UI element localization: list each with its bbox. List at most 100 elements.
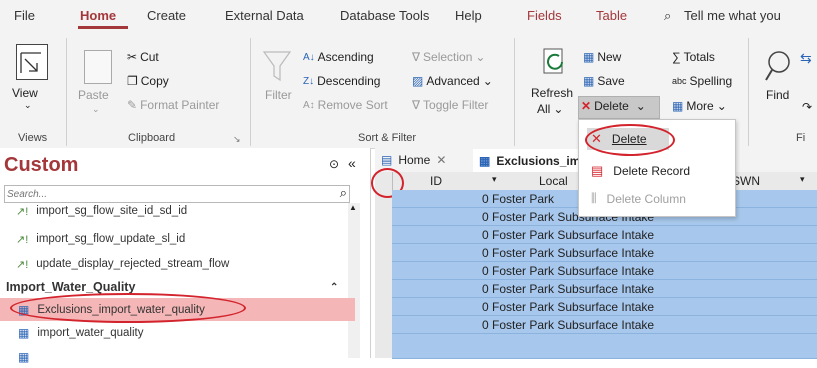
column-header-id[interactable]: ID bbox=[430, 174, 442, 188]
menu-home[interactable]: Home bbox=[80, 8, 116, 23]
delete-chevron-icon: ⌄ bbox=[635, 99, 646, 113]
table-icon: ▦ bbox=[479, 153, 491, 168]
copy-icon: ❐ bbox=[127, 74, 138, 88]
advanced-chevron-icon: ⌄ bbox=[482, 74, 493, 88]
query-action-icon: ↗! bbox=[16, 233, 29, 246]
copy-button[interactable]: ❐ Copy bbox=[127, 74, 169, 88]
table-row[interactable]: 0 Foster Park Subsurface Intake bbox=[392, 244, 817, 262]
menu-fields[interactable]: Fields bbox=[527, 8, 562, 23]
filter-funnel-icon[interactable] bbox=[262, 48, 292, 87]
view-button[interactable]: View bbox=[12, 86, 38, 100]
query-action-icon: ↗! bbox=[16, 258, 29, 271]
nav-item-query[interactable]: ↗! import_sg_flow_update_sl_id bbox=[0, 228, 355, 250]
menu-table[interactable]: Table bbox=[596, 8, 627, 23]
table-row[interactable]: 0 Foster Park Subsurface Intake bbox=[392, 226, 817, 244]
table-row[interactable]: 0 Foster Park Subsurface Intake bbox=[392, 316, 817, 334]
separator bbox=[66, 38, 67, 146]
column-header-swn[interactable]: SWN bbox=[732, 174, 760, 188]
selection-button[interactable]: ∇ Selection ⌄ bbox=[412, 50, 485, 64]
table-row[interactable]: 0 Foster Park Subsurface Intake bbox=[392, 262, 817, 280]
menu-external-data[interactable]: External Data bbox=[225, 8, 304, 23]
nav-pane-title[interactable]: Custom bbox=[4, 154, 78, 177]
filter-button[interactable]: Filter bbox=[265, 88, 292, 102]
tell-me-box[interactable]: Tell me what you bbox=[684, 8, 781, 23]
refresh-button[interactable]: Refresh bbox=[531, 86, 573, 100]
delete-button[interactable]: ✕ Delete ⌄ bbox=[581, 99, 646, 113]
sort-descending-icon: Z↓ bbox=[303, 75, 315, 87]
sort-ascending-icon: A↓ bbox=[303, 51, 315, 63]
table-row[interactable]: 0 Foster Park Subsurface Intake bbox=[392, 298, 817, 316]
find-group-label: Fi bbox=[796, 132, 806, 144]
view-chevron-icon[interactable]: ⌄ bbox=[24, 100, 32, 111]
delete-x-icon: ✕ bbox=[581, 99, 592, 113]
menu-file[interactable]: File bbox=[14, 8, 35, 23]
goto-arrow-icon[interactable]: ↷ bbox=[802, 100, 812, 114]
group-collapse-icon[interactable]: ⌃ bbox=[330, 282, 338, 293]
remove-sort-icon: A↕ bbox=[303, 99, 315, 111]
toggle-filter-button[interactable]: ∇ Toggle Filter bbox=[412, 98, 488, 112]
new-record-button[interactable]: ▦ New bbox=[583, 50, 621, 64]
view-icon[interactable] bbox=[16, 44, 48, 80]
spelling-icon: abc bbox=[672, 76, 687, 86]
nav-collapse-icon[interactable]: « bbox=[348, 155, 356, 171]
nav-menu-chevron-icon[interactable]: ⊙ bbox=[329, 157, 339, 171]
record-selector-column[interactable] bbox=[375, 172, 393, 358]
menu-help[interactable]: Help bbox=[455, 8, 482, 23]
format-painter-button[interactable]: ✎ Format Painter bbox=[127, 98, 219, 112]
sort-filter-group-label: Sort & Filter bbox=[358, 132, 417, 144]
clipboard-group-label: Clipboard bbox=[128, 132, 176, 144]
nav-item-table[interactable]: ▦ import_water_quality bbox=[0, 322, 355, 344]
find-magnifier-icon[interactable] bbox=[764, 48, 794, 87]
home-tab-indicator bbox=[78, 26, 128, 29]
swn-sort-chevron-icon[interactable]: ▾ bbox=[800, 174, 805, 185]
delete-record-icon: ▤ bbox=[591, 163, 604, 178]
id-sort-chevron-icon[interactable]: ▾ bbox=[492, 174, 497, 185]
search-icon[interactable]: ⌕ bbox=[340, 185, 347, 201]
ascending-button[interactable]: A↓ Ascending bbox=[303, 50, 374, 64]
table-icon: ▦ bbox=[18, 350, 30, 364]
more-grid-icon: ▦ bbox=[672, 99, 684, 113]
find-button[interactable]: Find bbox=[766, 88, 789, 102]
tell-me-search-icon[interactable]: ⌕ bbox=[664, 8, 671, 24]
remove-sort-button[interactable]: A↕ Remove Sort bbox=[303, 98, 388, 112]
sigma-icon: ∑ bbox=[672, 50, 681, 64]
cut-button[interactable]: ✂ Cut bbox=[127, 50, 159, 64]
annotation-circle-nav-item bbox=[10, 293, 246, 323]
save-icon: ▦ bbox=[583, 74, 595, 88]
save-button[interactable]: ▦ Save bbox=[583, 74, 625, 88]
menu-item-delete-column[interactable]: ⫼ Delete Column bbox=[591, 191, 686, 206]
refresh-icon[interactable] bbox=[540, 46, 570, 87]
separator bbox=[748, 38, 749, 146]
advanced-filter-icon: ▨ bbox=[412, 74, 424, 88]
table-icon: ▦ bbox=[18, 326, 30, 340]
nav-item-query[interactable]: ↗! update_display_rejected_stream_flow bbox=[0, 253, 355, 275]
menu-create[interactable]: Create bbox=[147, 8, 186, 23]
separator bbox=[514, 38, 515, 146]
close-tab-icon[interactable]: ✕ bbox=[436, 153, 446, 167]
clipboard-launcher-icon[interactable]: ↘ bbox=[233, 134, 241, 145]
advanced-button[interactable]: ▨ Advanced ⌄ bbox=[412, 74, 493, 88]
views-group-label: Views bbox=[18, 132, 48, 144]
scissors-icon: ✂ bbox=[127, 50, 138, 64]
paste-icon[interactable] bbox=[84, 50, 112, 84]
paintbrush-icon: ✎ bbox=[127, 98, 138, 112]
table-row-partial[interactable] bbox=[392, 334, 817, 359]
table-row[interactable]: 0 Foster Park Subsurface Intake bbox=[392, 280, 817, 298]
nav-item-table[interactable]: ▦ bbox=[0, 346, 355, 368]
totals-button[interactable]: ∑ Totals bbox=[672, 50, 715, 64]
replace-icon[interactable]: ⇆ bbox=[800, 50, 812, 67]
more-button[interactable]: ▦ More ⌄ bbox=[672, 99, 727, 113]
paste-chevron-icon[interactable]: ⌄ bbox=[92, 104, 100, 115]
menu-database-tools[interactable]: Database Tools bbox=[340, 8, 429, 23]
new-record-icon: ▦ bbox=[583, 50, 595, 64]
column-header-local[interactable]: Local bbox=[539, 174, 568, 188]
query-action-icon: ↗! bbox=[16, 205, 29, 218]
nav-item-query[interactable]: ↗! import_sg_flow_site_id_sd_id bbox=[0, 200, 355, 222]
spelling-button[interactable]: abc Spelling bbox=[672, 74, 732, 88]
refresh-all-dropdown[interactable]: All ⌄ bbox=[537, 102, 563, 116]
menu-item-delete-record[interactable]: ▤ Delete Record bbox=[591, 163, 690, 179]
descending-button[interactable]: Z↓ Descending bbox=[303, 74, 380, 88]
paste-button[interactable]: Paste bbox=[78, 88, 109, 102]
tab-home[interactable]: ▤ Home ✕ bbox=[377, 151, 450, 169]
delete-column-icon: ⫼ bbox=[591, 191, 597, 205]
